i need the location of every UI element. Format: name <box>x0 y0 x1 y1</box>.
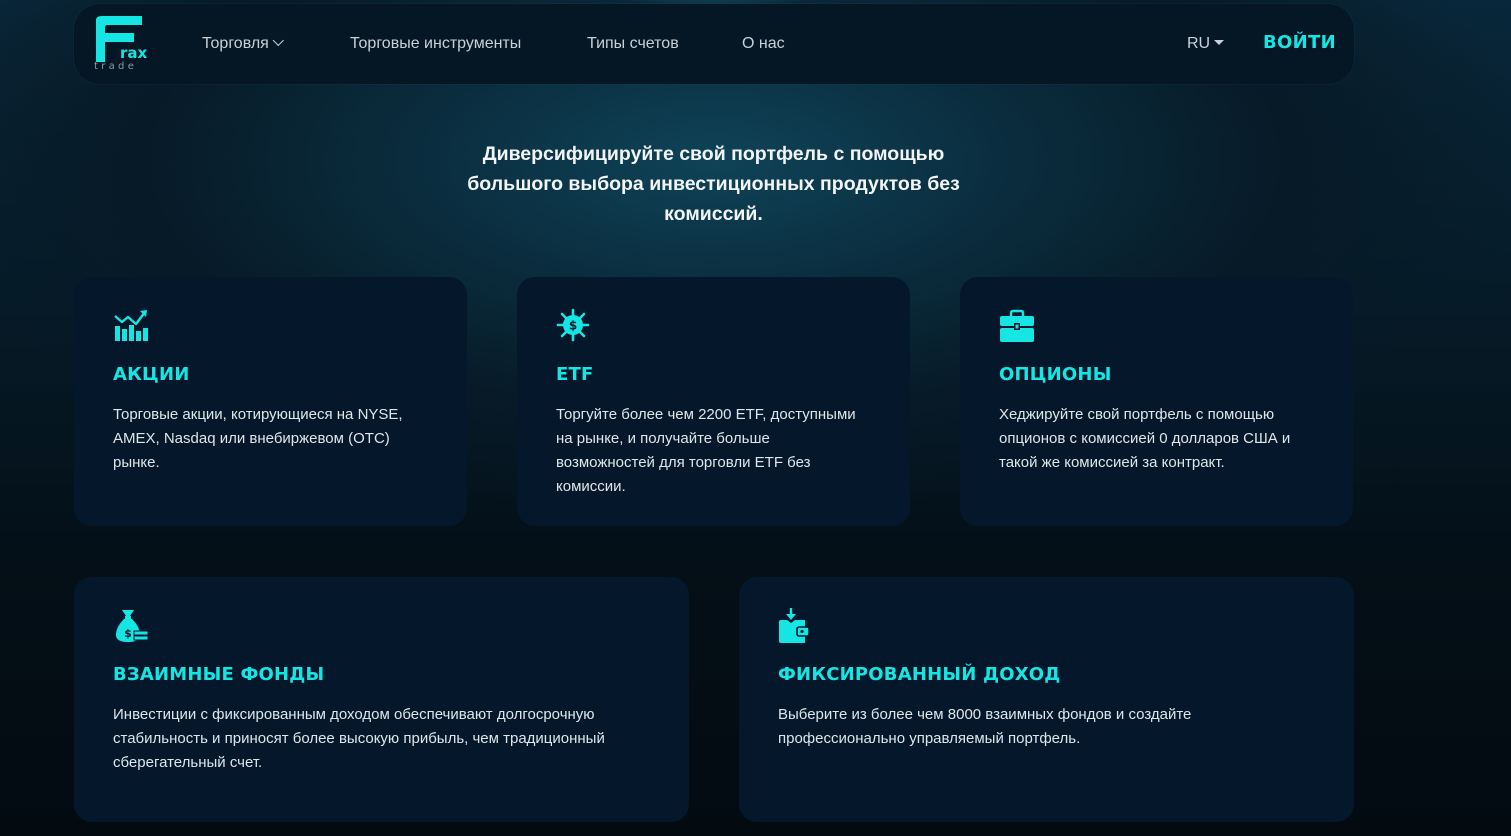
card-title: ETF <box>556 364 594 385</box>
card-text: Выберите из более чем 8000 взаимных фонд… <box>778 706 1192 747</box>
svg-text:$: $ <box>124 627 132 640</box>
briefcase-icon <box>998 307 1038 347</box>
logo[interactable]: rax trade <box>94 16 150 74</box>
card-title: ФИКСИРОВАННЫЙ ДОХОД <box>778 664 1061 685</box>
money-bag-icon: $ <box>112 607 152 647</box>
card-fixed-income: ФИКСИРОВАННЫЙ ДОХОД Выберите из более че… <box>739 577 1354 822</box>
login-button[interactable]: ВОЙТИ <box>1263 31 1336 55</box>
card-title: ОПЦИОНЫ <box>999 364 1112 385</box>
navbar: rax trade Торговля Торговые инструменты … <box>74 4 1354 84</box>
nav-item-about[interactable]: О нас <box>742 34 785 54</box>
logo-rax-text: rax <box>120 44 148 62</box>
nav-item-account-types[interactable]: Типы счетов <box>587 34 679 54</box>
card-text: Торгуйте более чем 2200 ETF, доступными … <box>556 406 856 495</box>
card-title: АКЦИИ <box>113 364 190 385</box>
card-text: Инвестиции с фиксированным доходом обесп… <box>113 706 605 771</box>
chevron-down-icon <box>272 34 284 47</box>
wallet-arrow-icon <box>777 607 817 647</box>
card-text: Хеджируйте свой портфель с помощью опцио… <box>999 406 1291 471</box>
hero-text: Диверсифицируйте свой портфель с помощью… <box>467 143 960 225</box>
card-stocks: АКЦИИ Торговые акции, котирующиеся на NY… <box>74 277 467 526</box>
caret-down-icon <box>1214 40 1225 45</box>
stocks-chart-icon <box>112 307 152 347</box>
nav-item-label: Торговля <box>202 35 269 52</box>
language-label: RU <box>1187 35 1211 52</box>
language-selector[interactable]: RU <box>1187 34 1225 54</box>
card-options: ОПЦИОНЫ Хеджируйте свой портфель с помощ… <box>960 277 1353 526</box>
logo-sub-text: trade <box>94 61 138 72</box>
gear-dollar-icon: $ <box>555 307 595 347</box>
nav-item-trading[interactable]: Торговля <box>202 34 284 54</box>
card-title: ВЗАИМНЫЕ ФОНДЫ <box>113 664 325 685</box>
nav-item-instruments[interactable]: Торговые инструменты <box>350 34 521 54</box>
card-text: Торговые акции, котирующиеся на NYSE, AM… <box>113 406 403 471</box>
svg-text:$: $ <box>569 319 577 333</box>
card-mutual-funds: $ ВЗАИМНЫЕ ФОНДЫ Инвестиции с фиксирован… <box>74 577 689 822</box>
card-etf: $ ETF Торгуйте более чем 2200 ETF, досту… <box>517 277 910 526</box>
